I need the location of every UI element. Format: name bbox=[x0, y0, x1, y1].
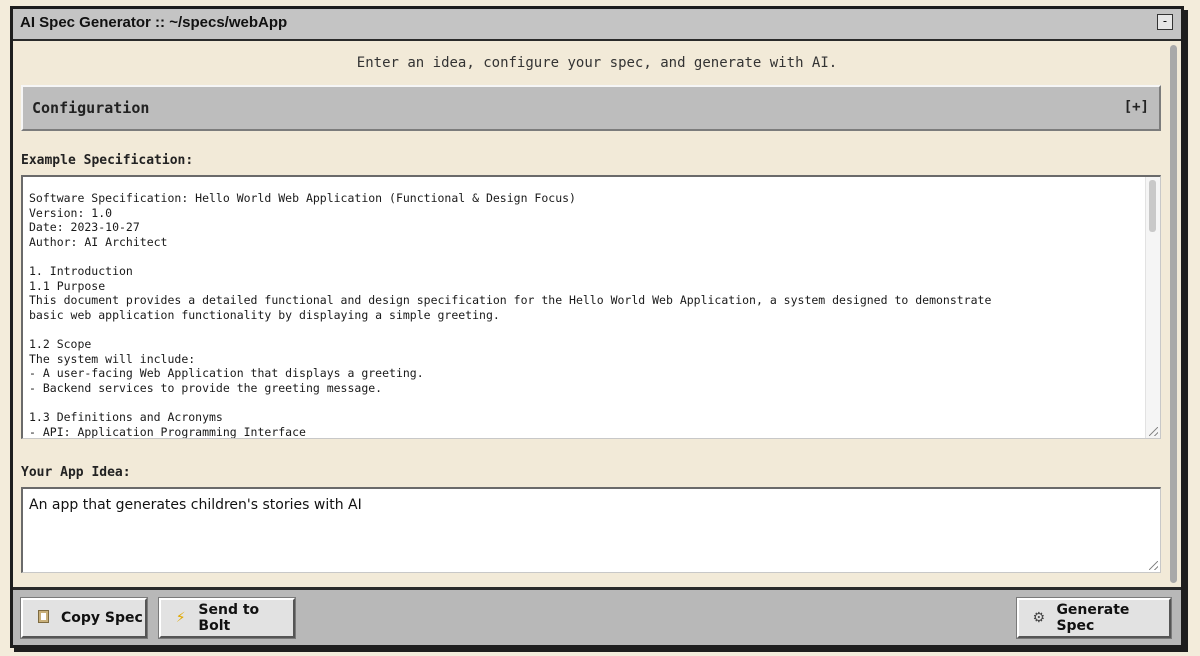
resize-grip-icon[interactable] bbox=[1149, 561, 1158, 570]
example-spec-label: Example Specification: bbox=[21, 153, 194, 168]
window-scrollbar-thumb[interactable] bbox=[1170, 45, 1177, 583]
main-content: Enter an idea, configure your spec, and … bbox=[13, 41, 1181, 588]
app-window: AI Spec Generator :: ~/specs/webApp - En… bbox=[10, 6, 1184, 648]
minimize-button[interactable]: - bbox=[1157, 14, 1173, 30]
copy-spec-button[interactable]: Copy Spec bbox=[20, 597, 148, 639]
generate-spec-button[interactable]: ⚙ Generate Spec bbox=[1016, 597, 1172, 639]
title-bar[interactable]: AI Spec Generator :: ~/specs/webApp - bbox=[13, 9, 1181, 41]
lightning-bolt-icon: ⚡ bbox=[175, 610, 186, 626]
app-idea-textarea[interactable]: An app that generates children's stories… bbox=[21, 487, 1161, 573]
send-to-bolt-label: Send to Bolt bbox=[198, 602, 260, 634]
expand-toggle[interactable]: [+] bbox=[1124, 99, 1149, 115]
app-idea-value: An app that generates children's stories… bbox=[29, 497, 362, 513]
example-spec-text: Software Specification: Hello World Web … bbox=[29, 191, 992, 439]
spec-scrollbar-thumb[interactable] bbox=[1149, 180, 1156, 232]
action-bar: Copy Spec ⚡ Send to Bolt ⚙ Generate Spec bbox=[13, 587, 1181, 645]
window-scrollbar[interactable] bbox=[1169, 45, 1178, 585]
generate-spec-label: Generate Spec bbox=[1056, 602, 1130, 634]
configuration-panel-header[interactable]: Configuration [+] bbox=[21, 85, 1161, 131]
copy-spec-label: Copy Spec bbox=[61, 610, 143, 626]
send-to-bolt-button[interactable]: ⚡ Send to Bolt bbox=[158, 597, 296, 639]
configuration-title: Configuration bbox=[32, 99, 150, 117]
resize-grip-icon[interactable] bbox=[1149, 427, 1158, 436]
app-idea-label: Your App Idea: bbox=[21, 465, 131, 480]
example-spec-textarea[interactable]: Software Specification: Hello World Web … bbox=[21, 175, 1161, 439]
clipboard-icon bbox=[33, 609, 53, 627]
tagline: Enter an idea, configure your spec, and … bbox=[356, 55, 838, 71]
window-title: AI Spec Generator :: ~/specs/webApp bbox=[20, 14, 288, 31]
spec-scrollbar[interactable] bbox=[1145, 177, 1160, 438]
gear-icon: ⚙ bbox=[1032, 610, 1045, 626]
